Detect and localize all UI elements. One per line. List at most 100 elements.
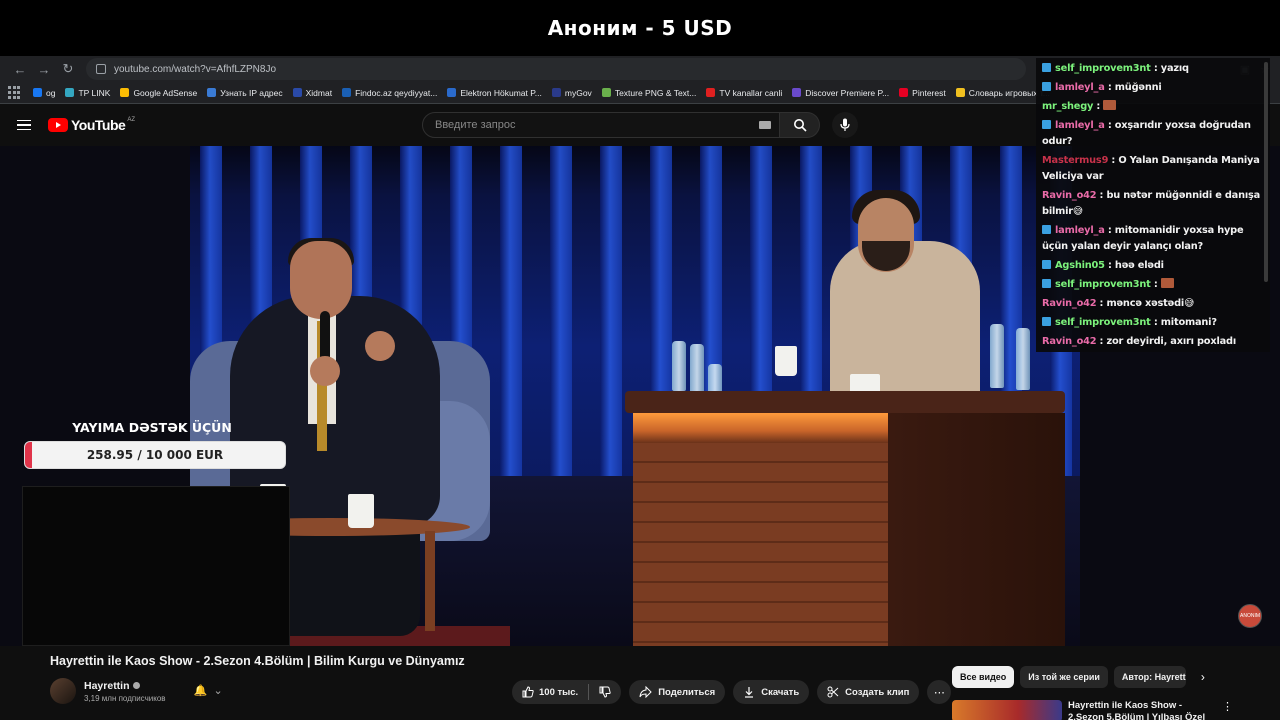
platform-badge-icon — [1042, 120, 1051, 129]
platform-badge-icon — [1042, 63, 1051, 72]
screen: Аноним - 5 USD ← → ↻ youtube.com/watch?v… — [0, 0, 1280, 720]
platform-badge-icon — [1042, 225, 1051, 234]
chat-username[interactable]: Ravin_o42 — [1042, 336, 1097, 347]
download-button[interactable]: Скачать — [733, 680, 810, 704]
chat-username[interactable]: self_improvem3nt — [1055, 317, 1151, 328]
chat-username[interactable]: Agshin05 — [1055, 260, 1105, 271]
chat-username[interactable]: Ravin_o42 — [1042, 190, 1097, 201]
forward-icon[interactable]: → — [32, 58, 56, 80]
like-count: 100 тыс. — [539, 686, 579, 698]
voice-search-button[interactable] — [832, 112, 858, 138]
webcam-frame — [22, 486, 290, 646]
bookmark-item[interactable]: Discover Premiere P... — [787, 83, 894, 103]
chat-username[interactable]: self_improvem3nt — [1055, 279, 1151, 290]
channel-name[interactable]: Hayrettin — [84, 680, 130, 692]
bookmark-item[interactable]: Google AdSense — [115, 83, 202, 103]
thumbs-down-icon — [599, 686, 611, 698]
donation-text: Аноним - 5 USD — [547, 16, 733, 40]
donation-goal: YAYIMA DƏSTƏK ÜÇÜN 258.95 / 10 000 EUR — [24, 420, 288, 469]
microphone-icon — [840, 118, 850, 131]
bookmark-item[interactable]: Elektron Hökumat P... — [442, 83, 547, 103]
recommended-title[interactable]: Hayrettin ile Kaos Show - 2.Sezon 5.Bölü… — [1068, 700, 1218, 720]
share-icon — [639, 686, 652, 698]
chip-author[interactable]: Автор: Hayrettin — [1113, 666, 1186, 688]
apps-grid-icon[interactable] — [8, 85, 22, 100]
bookmark-label: Texture PNG & Text... — [614, 87, 697, 98]
search-bar: Введите запрос — [422, 112, 858, 138]
bookmark-favicon-icon — [33, 88, 42, 97]
chevron-right-icon[interactable]: › — [1192, 666, 1214, 688]
bookmark-label: Xidmat — [305, 87, 333, 98]
back-icon[interactable]: ← — [8, 58, 32, 80]
chat-username[interactable]: lamleyl_a — [1055, 82, 1105, 93]
chip-all-videos[interactable]: Все видео — [952, 666, 1015, 688]
chat-username[interactable]: lamleyl_a — [1055, 120, 1105, 131]
chat-username[interactable]: Ravin_o42 — [1042, 298, 1097, 309]
kebab-menu-icon[interactable]: ⋮ — [1222, 700, 1233, 720]
bookmark-label: myGov — [564, 87, 592, 98]
bookmark-item[interactable]: Xidmat — [288, 83, 337, 103]
bell-icon[interactable]: 🔔 — [194, 684, 208, 698]
dislike-button[interactable] — [589, 680, 621, 704]
youtube-wordmark: YouTube — [71, 117, 126, 133]
bookmark-favicon-icon — [551, 88, 561, 97]
site-info-icon[interactable] — [96, 64, 106, 74]
bookmark-item[interactable]: og — [28, 83, 60, 103]
address-bar[interactable]: youtube.com/watch?v=AfhfLZPN8Jo — [86, 58, 1026, 80]
chat-message: self_improvem3nt : yazıq — [1042, 61, 1266, 77]
bookmark-label: Google AdSense — [133, 87, 198, 98]
channel-row: Hayrettin 3,19 млн подписчиков 🔔 ⌄ — [50, 678, 228, 704]
chat-username[interactable]: Mastermus9 — [1042, 155, 1108, 166]
more-actions-icon[interactable]: ⋯ — [927, 680, 952, 704]
chat-message: Ravin_o42 : zor deyirdi, axırı poxladı — [1042, 336, 1236, 347]
chat-scrollbar[interactable] — [1264, 62, 1268, 282]
like-button[interactable]: 100 тыс. — [512, 680, 588, 704]
chat-username[interactable]: mr_shegy — [1042, 101, 1093, 112]
bookmark-favicon-icon — [706, 88, 716, 97]
bookmark-item[interactable]: Texture PNG & Text... — [597, 83, 702, 103]
chip-same-series[interactable]: Из той же серии — [1020, 666, 1108, 688]
search-placeholder: Введите запрос — [435, 119, 516, 131]
channel-avatar[interactable] — [50, 678, 76, 704]
chat-text: mitomani? — [1160, 317, 1217, 328]
youtube-logo[interactable]: YouTube AZ — [48, 117, 135, 133]
bookmark-favicon-icon — [120, 88, 130, 97]
chat-username[interactable]: self_improvem3nt — [1055, 63, 1151, 74]
video-actions: 100 тыс. Поделиться Скачать Создать клип… — [512, 680, 952, 704]
bookmark-item[interactable]: myGov — [547, 83, 597, 103]
emote-icon — [1103, 100, 1117, 110]
bookmark-label: Узнать IP адрес — [220, 87, 283, 98]
platform-badge-icon — [1042, 82, 1051, 91]
url-text: youtube.com/watch?v=AfhfLZPN8Jo — [114, 63, 277, 75]
keyboard-icon[interactable] — [759, 121, 771, 129]
bookmark-item[interactable]: Pinterest — [894, 83, 951, 103]
bookmark-item[interactable]: Узнать IP адрес — [202, 83, 287, 103]
goal-progress-text: 258.95 / 10 000 EUR — [86, 448, 224, 462]
download-icon — [745, 687, 754, 698]
chat-text: məncə xəstədi😅 — [1106, 298, 1195, 309]
chat-username[interactable]: lamleyl_a — [1055, 225, 1105, 236]
bookmark-favicon-icon — [792, 88, 802, 97]
channel-watermark[interactable]: ANONIM — [1238, 604, 1262, 628]
clip-button[interactable]: Создать клип — [817, 680, 920, 704]
share-button[interactable]: Поделиться — [629, 680, 726, 704]
bookmark-item[interactable]: TV kanallar canli — [701, 83, 787, 103]
search-input[interactable]: Введите запрос — [422, 112, 780, 138]
search-button[interactable] — [780, 112, 820, 138]
bookmark-item[interactable]: Findoc.az qeydiyyat... — [337, 83, 442, 103]
bookmark-item[interactable]: TP LINK — [60, 83, 115, 103]
video-frame — [190, 146, 1080, 646]
stream-chat: self_improvem3nt : yazıq lamleyl_a : müğə… — [1036, 58, 1270, 352]
related-filter-chips: Все видео Из той же серии Автор: Hayrett… — [952, 666, 1214, 688]
recommended-thumbnail[interactable] — [952, 700, 1062, 720]
chat-text: həə elədi — [1114, 260, 1164, 271]
recommended-video[interactable]: Hayrettin ile Kaos Show - 2.Sezon 5.Bölü… — [952, 700, 1233, 720]
chat-message: lamleyl_a : mitomanidir yoxsa hype üçün … — [1042, 225, 1244, 252]
like-dislike-group: 100 тыс. — [512, 680, 622, 704]
video-details: Hayrettin ile Kaos Show - 2.Sezon 4.Bölü… — [0, 646, 1280, 720]
chevron-down-icon[interactable]: ⌄ — [214, 684, 228, 698]
hamburger-menu-icon[interactable] — [4, 105, 44, 145]
reload-icon[interactable]: ↻ — [56, 58, 80, 80]
bookmark-favicon-icon — [899, 88, 909, 97]
bookmark-label: TP LINK — [78, 87, 111, 98]
